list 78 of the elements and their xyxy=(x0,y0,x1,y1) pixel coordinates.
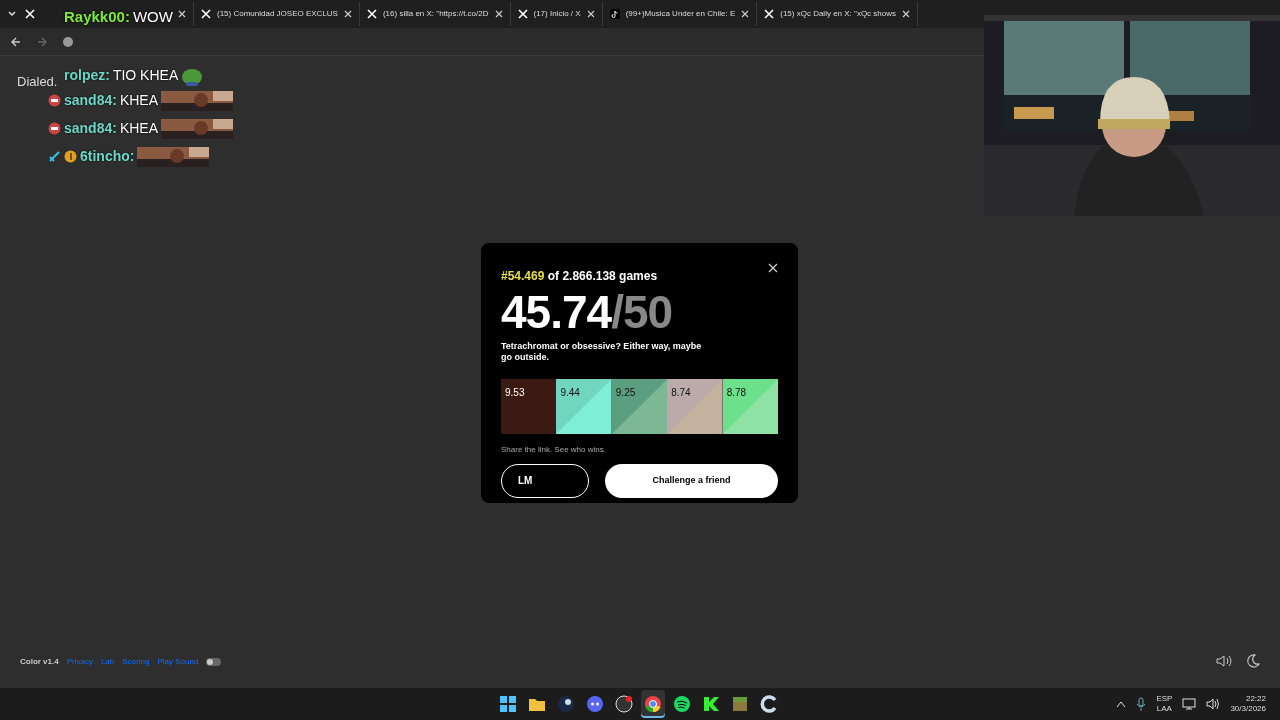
version-text: Color v1.4 xyxy=(20,656,59,668)
taskbar-button[interactable] xyxy=(641,690,665,718)
result-comment: Tetrachromat or obsessive? Either way, maybe go outside. xyxy=(501,341,703,363)
sword-icon xyxy=(48,150,61,163)
site-logo[interactable]: Dialed. xyxy=(17,72,58,92)
close-icon xyxy=(586,10,595,18)
swatch-score: 8.74 xyxy=(671,385,691,400)
browser-icon xyxy=(644,695,662,713)
chat-message: KHEA xyxy=(119,119,159,138)
score-text: 45.74/50 xyxy=(501,289,674,335)
chat-username: sand84: xyxy=(64,91,117,110)
tab-title: (17) Inicio / X xyxy=(533,8,581,20)
x-icon xyxy=(201,9,211,19)
language-indicator[interactable]: ESP LAA xyxy=(1156,694,1173,714)
forward-icon[interactable] xyxy=(36,35,48,48)
close-icon xyxy=(178,10,186,18)
windows-icon xyxy=(499,695,517,713)
close-button[interactable] xyxy=(741,10,750,18)
microphone-icon[interactable] xyxy=(1136,697,1147,711)
swatch-score: 9.53 xyxy=(505,385,525,400)
reload-icon[interactable] xyxy=(62,35,74,48)
rank-text: #54.469 of 2.866.138 games xyxy=(501,268,658,285)
close-icon xyxy=(343,10,352,18)
browser-tab[interactable]: (15) Comunidad JOSEO EXCLUS xyxy=(194,2,360,26)
name-button[interactable]: LM xyxy=(501,463,589,498)
badge-icon xyxy=(48,94,61,107)
close-button[interactable] xyxy=(494,10,503,18)
x-icon xyxy=(366,9,377,19)
chevron-icon[interactable] xyxy=(1116,700,1127,708)
tab-title: (99+)Musica Under en Chile: E xyxy=(625,8,736,20)
badge-icon xyxy=(48,122,61,135)
chat-icon xyxy=(586,695,604,713)
chat-username: rolpez: xyxy=(64,66,110,85)
x-icon xyxy=(764,9,775,19)
close-icon xyxy=(494,10,503,18)
speaker-icon[interactable] xyxy=(1216,654,1232,668)
browser-tab[interactable]: (17) Inicio / X xyxy=(510,2,603,26)
browser-tab[interactable]: (15) xQc Daily en X: "xQc shows xyxy=(757,2,918,26)
block-icon xyxy=(731,695,749,713)
browser-tab[interactable]: (16) silla en X: "https://t.co/2D xyxy=(359,2,511,26)
chat-message: WOW xyxy=(132,7,173,27)
app-icon xyxy=(702,695,720,713)
tab-title: (16) silla en X: "https://t.co/2D xyxy=(382,8,489,20)
x-icon xyxy=(25,9,35,19)
swatch-score: 9.44 xyxy=(560,385,580,400)
close-button[interactable] xyxy=(178,10,186,18)
swatch-score: 8.78 xyxy=(726,385,747,400)
record-icon xyxy=(615,695,633,713)
close-icon xyxy=(741,10,750,18)
arc-icon xyxy=(760,695,778,713)
chat-username: sand84: xyxy=(64,119,117,138)
close-icon xyxy=(768,263,778,273)
clock[interactable]: 22:22 30/3/2026 xyxy=(1230,694,1266,714)
back-icon[interactable] xyxy=(10,35,22,48)
close-button[interactable] xyxy=(343,10,352,18)
network-icon[interactable] xyxy=(1182,698,1197,710)
chat-username: 6tincho: xyxy=(80,147,135,166)
coin-icon xyxy=(64,150,77,163)
tab-title: (15) xQc Daily en X: "xQc shows xyxy=(780,8,896,20)
challenge-button[interactable]: Challenge a friend xyxy=(605,463,778,498)
moon-icon[interactable] xyxy=(1246,654,1260,668)
note-icon xyxy=(609,9,620,19)
close-button[interactable] xyxy=(902,10,910,18)
x-icon xyxy=(517,9,528,19)
chat-message: KHEA xyxy=(119,91,159,110)
share-text: Share the link. See who wins. xyxy=(501,443,607,456)
chat-username: Raykk00: xyxy=(64,7,130,27)
music-icon xyxy=(673,695,691,713)
swatch-score: 9.25 xyxy=(615,385,636,400)
game-icon xyxy=(557,695,575,713)
tab-title: (15) Comunidad JOSEO EXCLUS xyxy=(217,8,338,20)
close-button[interactable] xyxy=(768,263,778,273)
browser-tab[interactable]: (99+)Musica Under en Chile: E xyxy=(602,2,758,26)
sound-toggle[interactable] xyxy=(206,658,222,666)
chat-message: TIO KHEA xyxy=(112,66,179,85)
speaker-icon[interactable] xyxy=(1206,698,1221,710)
close-button[interactable] xyxy=(586,10,595,18)
close-icon xyxy=(902,10,910,18)
